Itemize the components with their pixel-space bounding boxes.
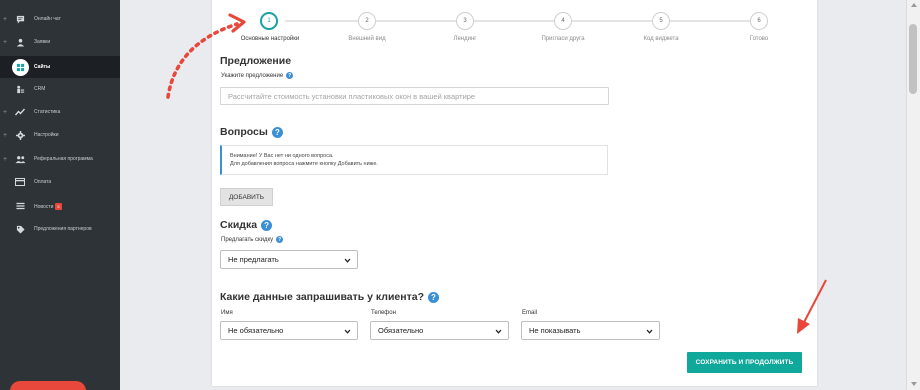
save-and-continue-button[interactable]: СОХРАНИТЬ И ПРОДОЛЖИТЬ [687,352,802,373]
step-6-label[interactable]: Готово [714,36,804,42]
crm-icon [14,83,26,95]
scroll-up-arrow-icon[interactable] [911,3,917,7]
expand-icon[interactable]: + [3,16,7,23]
sidebar-item-stats[interactable]: + Статистика [0,101,120,123]
discount-heading: Скидка? [220,219,273,231]
offer-input[interactable]: Рассчитайте стоимость установки пластико… [220,87,609,105]
name-field-select[interactable]: Не обязательно [220,321,358,340]
expand-icon[interactable]: + [3,109,7,116]
client-data-heading: Какие данные запрашивать у клиента?? [220,291,439,303]
scroll-down-arrow-icon[interactable] [911,382,917,386]
notice-line-1: Внимание! У Вас нет ни одного вопроса. [230,153,334,159]
email-field-select[interactable]: Не показывать [521,321,660,340]
chevron-down-icon [344,258,351,263]
sidebar-item-label: Онлайн чат [34,16,61,22]
sidebar-item-news[interactable]: Новости 5 [0,195,120,217]
phone-field-label: Телефон [371,310,396,316]
sidebar-item-sites[interactable]: Сайты [0,56,120,78]
offer-input-placeholder: Рассчитайте стоимость установки пластико… [228,91,476,101]
chevron-down-icon [344,329,351,334]
email-field-value: Не показывать [529,326,581,335]
client-data-heading-text: Какие данные запрашивать у клиента? [220,291,424,303]
sidebar-item-requests[interactable]: + Заявки [0,31,120,53]
discount-select[interactable]: Не предлагать [220,250,358,269]
questions-heading-text: Вопросы [220,126,268,138]
step-1-label[interactable]: Основные настройки [225,36,315,42]
discount-heading-text: Скидка [220,219,258,231]
step-4-label[interactable]: Пригласи друга [518,36,608,42]
gear-icon [14,129,26,141]
step-2-circle[interactable]: 2 [358,12,376,30]
tag-icon [14,223,26,235]
chevron-down-icon [646,329,653,334]
notice-line-2: Для добавления вопроса нажмите кнопку До… [230,161,378,167]
expand-icon[interactable]: + [3,132,7,139]
sidebar-item-settings[interactable]: + Настройки [0,124,120,146]
sidebar-bottom-button[interactable] [10,381,86,390]
sidebar-item-label: Настройки [34,132,59,138]
offer-heading: Предложение [220,55,291,67]
expand-icon[interactable]: + [3,39,7,46]
questions-heading: Вопросы? [220,126,283,138]
help-icon[interactable]: ? [276,236,284,243]
email-field-label: Email [522,310,538,316]
add-question-button[interactable]: ДОБАВИТЬ [220,188,273,206]
sidebar-item-crm[interactable]: CRM [0,78,120,100]
step-5-label[interactable]: Код виджета [616,36,706,42]
step-3-label[interactable]: Лендинг [420,36,510,42]
name-field-label: Имя [221,310,233,316]
sidebar-item-label: Сайты [34,64,51,70]
step-3-circle[interactable]: 3 [456,12,474,30]
sidebar-item-label: Оплата [34,179,52,185]
step-1-circle[interactable]: 1 [260,12,278,30]
scrollbar-thumb[interactable] [909,24,917,94]
users-icon [14,153,26,165]
sites-icon [12,58,29,76]
sidebar-item-label: Статистика [34,109,61,115]
expand-icon[interactable]: + [3,156,7,163]
sidebar-item-label: Новости 5 [34,202,62,210]
offer-heading-text: Предложение [220,55,292,67]
sidebar-item-payment[interactable]: Оплата [0,171,120,193]
chat-icon [14,13,26,25]
sidebar-item-partners[interactable]: Предложения партнеров [0,218,120,240]
step-4-circle[interactable]: 4 [554,12,572,30]
step-5-circle[interactable]: 5 [652,12,670,30]
discount-label-text: Предлагать скидку [221,236,274,243]
discount-select-value: Не предлагать [228,255,279,264]
no-questions-notice: Внимание! У Вас нет ни одного вопроса. Д… [220,145,608,175]
sidebar: + Онлайн чат + Заявки Сайты CRM + Статис… [0,0,120,390]
card-icon [14,176,26,188]
help-icon[interactable]: ? [428,291,439,303]
sidebar-item-chat[interactable]: + Онлайн чат [0,8,120,30]
sidebar-item-referral[interactable]: + Реферальная программа [0,148,120,170]
phone-field-select[interactable]: Обязательно [370,321,509,340]
sidebar-item-label: Заявки [34,39,51,45]
news-count-badge: 5 [55,202,62,210]
offer-label-text: Укажите предложение [221,72,284,79]
stepper-progress [285,20,365,22]
user-icon [14,36,26,48]
stats-icon [14,106,26,118]
offer-label: Укажите предложение? [221,72,294,79]
help-icon[interactable]: ? [286,72,294,79]
sidebar-item-label: Предложения партнеров [34,226,92,232]
name-field-value: Не обязательно [228,326,284,335]
chevron-down-icon [495,329,502,334]
news-icon [14,200,26,212]
help-icon[interactable]: ? [271,126,283,138]
sidebar-item-label: Реферальная программа [34,156,93,162]
discount-label: Предлагать скидку? [221,236,284,243]
step-6-circle[interactable]: 6 [750,12,768,30]
phone-field-value: Обязательно [378,326,424,335]
sidebar-item-label: CRM [34,86,46,92]
help-icon[interactable]: ? [261,219,273,231]
sidebar-item-label-text: Новости [34,203,54,210]
step-2-label[interactable]: Внешний вид [322,36,412,42]
